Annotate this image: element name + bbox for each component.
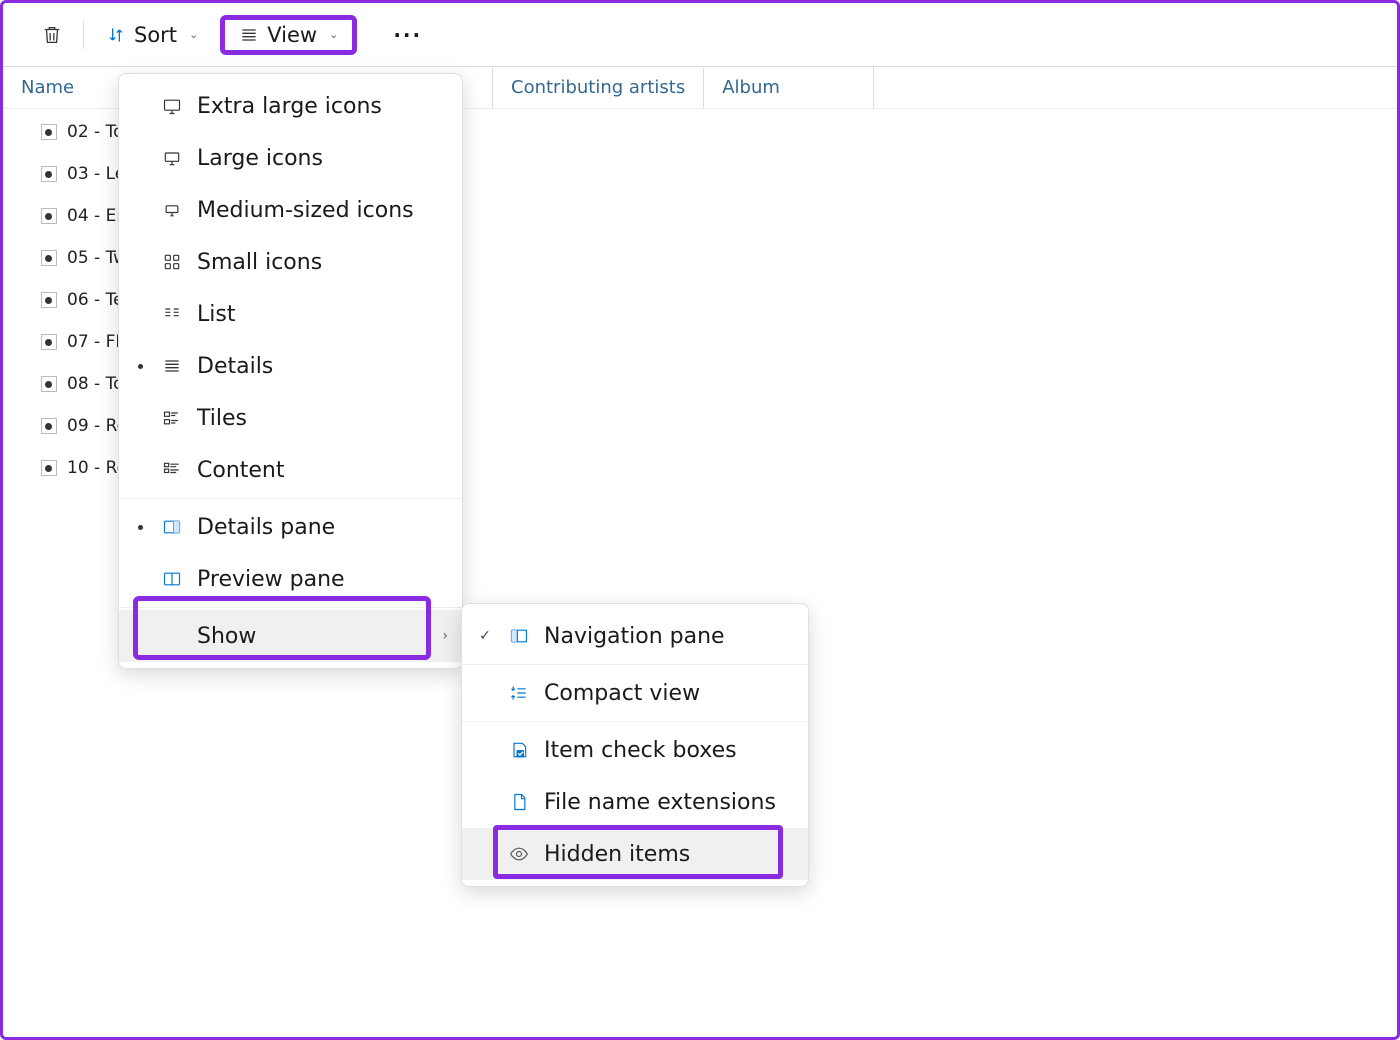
column-contributing-artists[interactable]: Contributing artists bbox=[493, 67, 704, 108]
list-icon bbox=[239, 25, 259, 45]
chevron-down-icon: ⌄ bbox=[329, 28, 338, 41]
list-icon bbox=[161, 304, 183, 324]
details-pane-icon bbox=[161, 517, 183, 537]
menu-compact-view[interactable]: Compact view bbox=[462, 667, 808, 719]
menu-label: Navigation pane bbox=[544, 624, 725, 649]
file-icon bbox=[508, 792, 530, 812]
chevron-right-icon: › bbox=[442, 628, 448, 644]
menu-label: Extra large icons bbox=[197, 94, 382, 119]
media-file-icon bbox=[41, 166, 57, 182]
checkbox-icon bbox=[508, 740, 530, 760]
menu-large-icons[interactable]: Large icons bbox=[119, 132, 462, 184]
separator bbox=[462, 721, 808, 722]
menu-show[interactable]: Show › bbox=[119, 610, 462, 662]
menu-label: Compact view bbox=[544, 681, 700, 706]
media-file-icon bbox=[41, 292, 57, 308]
menu-label: Preview pane bbox=[197, 567, 345, 592]
menu-item-check-boxes[interactable]: Item check boxes bbox=[462, 724, 808, 776]
media-file-icon bbox=[41, 124, 57, 140]
menu-small-icons[interactable]: Small icons bbox=[119, 236, 462, 288]
menu-label: Item check boxes bbox=[544, 738, 737, 763]
selected-bullet-icon bbox=[138, 525, 143, 530]
menu-label: Small icons bbox=[197, 250, 322, 275]
sort-button[interactable]: Sort ⌄ bbox=[96, 15, 208, 55]
monitor-icon bbox=[161, 200, 183, 220]
column-album[interactable]: Album bbox=[704, 67, 874, 108]
menu-label: Details pane bbox=[197, 515, 335, 540]
menu-extra-large-icons[interactable]: Extra large icons bbox=[119, 80, 462, 132]
eye-icon bbox=[508, 844, 530, 864]
menu-tiles[interactable]: Tiles bbox=[119, 392, 462, 444]
sort-label: Sort bbox=[134, 23, 177, 47]
content-icon bbox=[161, 460, 183, 480]
separator bbox=[119, 498, 462, 499]
menu-label: Details bbox=[197, 354, 273, 379]
menu-label: Large icons bbox=[197, 146, 323, 171]
media-file-icon bbox=[41, 376, 57, 392]
details-icon bbox=[161, 356, 183, 376]
menu-file-name-extensions[interactable]: File name extensions bbox=[462, 776, 808, 828]
view-dropdown: Extra large icons Large icons Medium-siz… bbox=[118, 73, 463, 669]
menu-label: Tiles bbox=[197, 406, 247, 431]
delete-button[interactable] bbox=[33, 15, 71, 55]
show-submenu: ✓ Navigation pane Compact view Item chec… bbox=[461, 603, 809, 887]
tiles-icon bbox=[161, 408, 183, 428]
trash-icon bbox=[41, 24, 63, 46]
menu-label: Hidden items bbox=[544, 842, 690, 867]
more-icon: ··· bbox=[393, 23, 422, 47]
sort-icon bbox=[106, 25, 126, 45]
grid-icon bbox=[161, 252, 183, 272]
media-file-icon bbox=[41, 460, 57, 476]
compact-icon bbox=[508, 683, 530, 703]
menu-preview-pane[interactable]: Preview pane bbox=[119, 553, 462, 605]
selected-bullet-icon bbox=[138, 364, 143, 369]
menu-hidden-items[interactable]: Hidden items bbox=[462, 828, 808, 880]
menu-details[interactable]: Details bbox=[119, 340, 462, 392]
separator bbox=[119, 607, 462, 608]
menu-medium-icons[interactable]: Medium-sized icons bbox=[119, 184, 462, 236]
menu-label: List bbox=[197, 302, 235, 327]
media-file-icon bbox=[41, 418, 57, 434]
menu-label: Medium-sized icons bbox=[197, 198, 414, 223]
chevron-down-icon: ⌄ bbox=[189, 28, 198, 41]
preview-pane-icon bbox=[161, 569, 183, 589]
menu-content[interactable]: Content bbox=[119, 444, 462, 496]
menu-label: Content bbox=[197, 458, 285, 483]
menu-label: Show bbox=[197, 624, 256, 649]
file-name: 02 - To bbox=[67, 122, 123, 142]
media-file-icon bbox=[41, 250, 57, 266]
media-file-icon bbox=[41, 334, 57, 350]
menu-details-pane[interactable]: Details pane bbox=[119, 501, 462, 553]
toolbar: Sort ⌄ View ⌄ ··· bbox=[3, 3, 1397, 67]
menu-label: File name extensions bbox=[544, 790, 776, 815]
media-file-icon bbox=[41, 208, 57, 224]
monitor-icon bbox=[161, 148, 183, 168]
separator bbox=[462, 664, 808, 665]
view-label: View bbox=[267, 23, 317, 47]
more-button[interactable]: ··· bbox=[383, 15, 432, 55]
menu-list[interactable]: List bbox=[119, 288, 462, 340]
view-button[interactable]: View ⌄ bbox=[220, 15, 357, 55]
menu-navigation-pane[interactable]: ✓ Navigation pane bbox=[462, 610, 808, 662]
navigation-pane-icon bbox=[508, 626, 530, 646]
check-icon: ✓ bbox=[476, 628, 494, 644]
monitor-icon bbox=[161, 96, 183, 116]
